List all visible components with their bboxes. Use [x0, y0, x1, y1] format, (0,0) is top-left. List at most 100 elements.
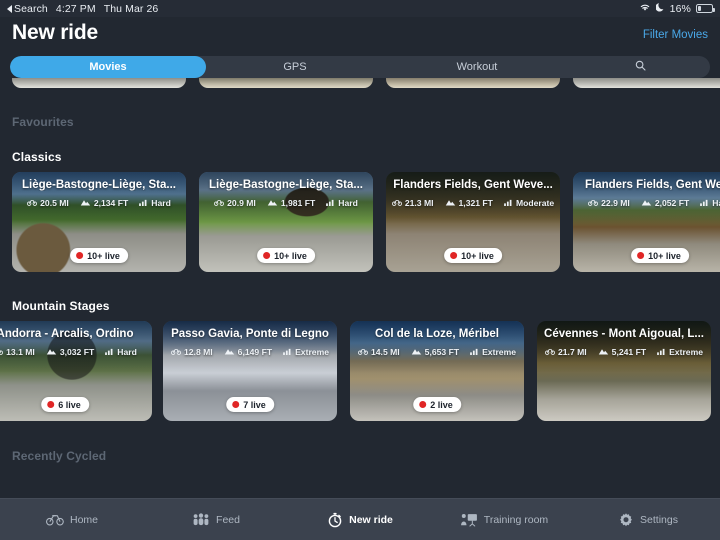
back-to-search-button[interactable]: Search	[7, 3, 48, 15]
tab-training-room[interactable]: Training room	[432, 513, 576, 527]
presentation-icon	[460, 513, 478, 527]
mountain-icon	[224, 347, 235, 357]
list-item[interactable]	[573, 78, 720, 88]
mountain-stages-card-row[interactable]: Andorra - Arcalis, Ordino 13.1 MI 3,032 …	[0, 321, 720, 421]
mountain-icon	[598, 347, 609, 357]
card-difficulty: Hard	[117, 347, 137, 357]
live-dot-icon	[419, 401, 427, 408]
tab-label: New ride	[349, 513, 393, 526]
card-meta: 14.5 MI 5,653 FT Extreme	[350, 347, 524, 357]
list-item[interactable]	[12, 78, 186, 88]
signal-bars-icon	[139, 198, 148, 208]
card-difficulty: Hard	[151, 198, 171, 208]
list-item[interactable]: Flanders Fields, Gent Weve... 21.3 MI 1,…	[386, 172, 560, 272]
page-header: New ride Filter Movies	[0, 17, 720, 55]
status-bar-left: Search 4:27 PM Thu Mar 26	[7, 3, 158, 15]
tab-home[interactable]: Home	[0, 513, 144, 526]
stopwatch-icon	[327, 512, 343, 528]
list-item[interactable]: Passo Gavia, Ponte di Legno 12.8 MI 6,14…	[163, 321, 337, 421]
card-meta: 21.7 MI 5,241 FT Extreme	[537, 347, 711, 357]
mode-segmented-control[interactable]: Movies GPS Workout	[10, 56, 710, 78]
bicycle-icon	[588, 198, 599, 208]
search-button[interactable]	[570, 56, 710, 78]
clipped-card-row	[0, 78, 720, 91]
live-dot-icon	[637, 252, 645, 259]
list-item[interactable]: Liège-Bastogne-Liège, Sta... 20.9 MI 1,9…	[199, 172, 373, 272]
mountain-icon	[641, 198, 652, 208]
status-time: 4:27 PM	[55, 2, 96, 15]
signal-bars-icon	[326, 198, 335, 208]
card-distance: 20.5 MI	[40, 198, 69, 208]
classics-card-row[interactable]: Liège-Bastogne-Liège, Sta... 20.5 MI 2,1…	[0, 172, 720, 272]
page-title: New ride	[12, 21, 98, 44]
card-difficulty: Extreme	[669, 347, 703, 357]
bicycle-icon	[391, 198, 402, 208]
card-distance: 20.9 MI	[227, 198, 256, 208]
card-title: Flanders Fields, Gent Weve...	[393, 179, 553, 191]
bicycle-icon	[358, 347, 368, 357]
list-item[interactable]: Flanders Fields, Gent Weve 22.9 MI 2,052…	[573, 172, 720, 272]
card-elevation: 2,052 FT	[654, 198, 690, 208]
live-dot-icon	[450, 252, 458, 259]
bicycle-icon	[545, 347, 555, 357]
bicycle-icon	[27, 198, 38, 208]
card-title: Cévennes - Mont Aigoual, L...	[544, 328, 704, 340]
live-count: 10+ live	[461, 250, 494, 261]
list-item[interactable]: Andorra - Arcalis, Ordino 13.1 MI 3,032 …	[0, 321, 152, 421]
bicycle-icon	[214, 198, 225, 208]
tab-movies[interactable]: Movies	[10, 56, 206, 78]
filter-movies-button[interactable]: Filter Movies	[643, 29, 708, 41]
card-title: Liège-Bastogne-Liège, Sta...	[209, 179, 363, 191]
card-elevation: 5,653 FT	[424, 347, 460, 357]
card-elevation: 1,321 FT	[458, 198, 493, 208]
list-item[interactable]: Liège-Bastogne-Liège, Sta... 20.5 MI 2,1…	[12, 172, 186, 272]
content-scroll-area[interactable]: Favourites Classics Liège-Bastogne-Liège…	[0, 78, 720, 498]
live-count: 10+ live	[87, 250, 120, 261]
list-item[interactable]	[386, 78, 560, 88]
card-elevation: 3,032 FT	[59, 347, 95, 357]
bicycle-icon	[45, 513, 64, 526]
search-icon	[635, 60, 646, 74]
tab-settings[interactable]: Settings	[576, 512, 720, 528]
tab-new-ride[interactable]: New ride	[288, 512, 432, 528]
live-badge: 2 live	[413, 397, 461, 412]
battery-percent: 16%	[669, 2, 691, 15]
card-elevation: 2,134 FT	[93, 198, 129, 208]
bicycle-icon	[0, 347, 4, 357]
tab-label: Settings	[640, 513, 678, 526]
live-badge: 10+ live	[257, 248, 315, 263]
list-item[interactable]: Cévennes - Mont Aigoual, L... 21.7 MI 5,…	[537, 321, 711, 421]
card-difficulty: Extreme	[295, 347, 329, 357]
live-badge: 10+ live	[444, 248, 502, 263]
mountain-icon	[445, 198, 456, 208]
card-elevation: 1,981 FT	[280, 198, 316, 208]
battery-low-icon	[696, 4, 715, 13]
mountain-icon	[46, 347, 57, 357]
list-item[interactable]: Col de la Loze, Méribel 14.5 MI 5,653 FT…	[350, 321, 524, 421]
card-distance: 22.9 MI	[601, 198, 630, 208]
tab-gps[interactable]: GPS	[206, 56, 384, 78]
live-dot-icon	[47, 401, 55, 408]
people-icon	[192, 513, 210, 526]
tab-label: Home	[69, 513, 98, 526]
live-count: 10+ live	[648, 250, 681, 261]
moon-icon	[655, 2, 665, 15]
tab-workout[interactable]: Workout	[384, 56, 570, 78]
signal-bars-icon	[504, 198, 513, 208]
tab-feed[interactable]: Feed	[144, 513, 288, 526]
signal-bars-icon	[470, 347, 479, 357]
signal-bars-icon	[657, 347, 666, 357]
status-date: Thu Mar 26	[103, 2, 159, 15]
signal-bars-icon	[105, 347, 114, 357]
section-title-mountain-stages: Mountain Stages	[12, 299, 110, 313]
card-title: Flanders Fields, Gent Weve	[585, 179, 720, 191]
list-item[interactable]	[199, 78, 373, 88]
live-count: 10+ live	[274, 250, 307, 261]
live-count: 2 live	[430, 399, 453, 410]
card-title: Col de la Loze, Méribel	[375, 328, 499, 340]
signal-bars-icon	[700, 198, 709, 208]
tab-label: Feed	[216, 513, 240, 526]
live-count: 7 live	[243, 399, 266, 410]
card-elevation: 5,241 FT	[611, 347, 647, 357]
card-distance: 13.1 MI	[6, 347, 35, 357]
